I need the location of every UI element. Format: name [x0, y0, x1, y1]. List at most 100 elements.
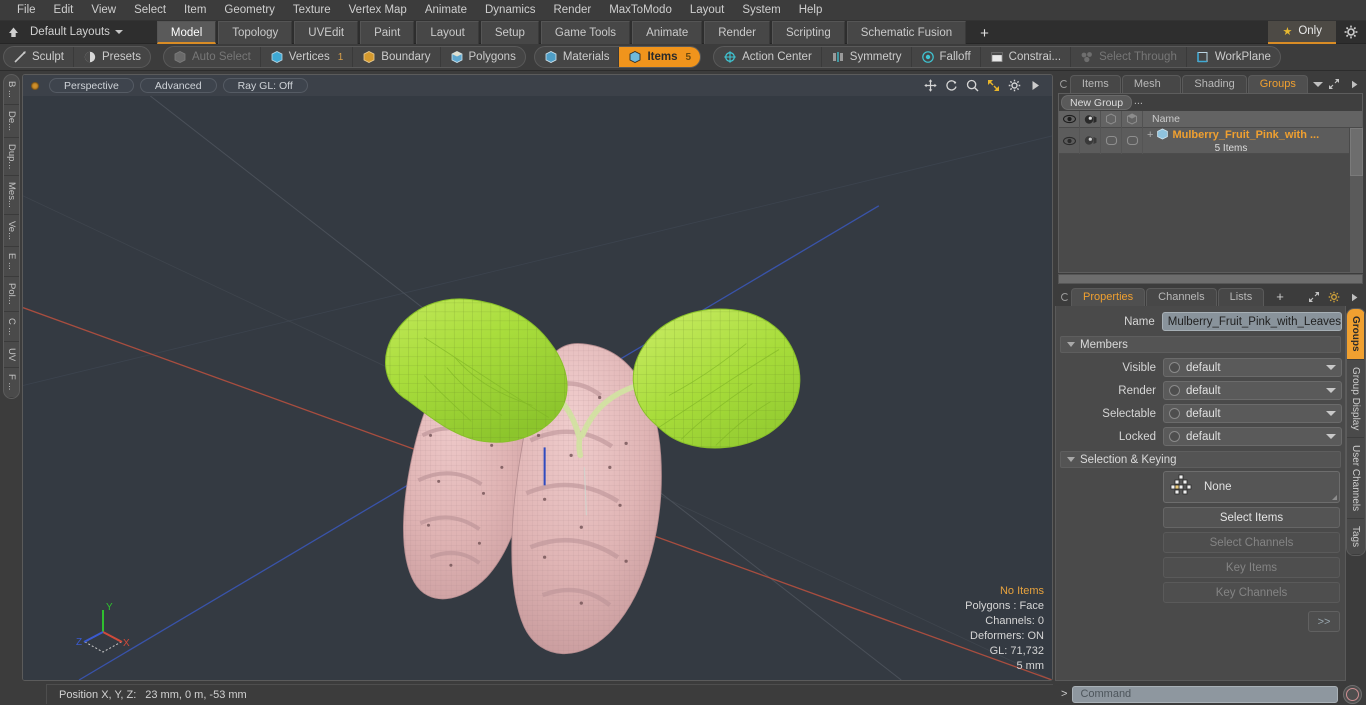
viewport-3d-canvas[interactable]: Y X Z No Items Polygons : Face Channels:… — [23, 96, 1052, 680]
render-dropdown[interactable]: default — [1163, 381, 1342, 400]
tab-game-tools[interactable]: Game Tools — [540, 20, 631, 44]
tab-items[interactable]: Items — [1069, 75, 1121, 93]
tab-setup[interactable]: Setup — [480, 20, 539, 44]
groups-list-scrollbar[interactable] — [1349, 128, 1363, 272]
default-layouts-dropdown[interactable]: Default Layouts — [26, 21, 133, 44]
tab-shading[interactable]: Shading — [1182, 75, 1247, 93]
empty-list-area[interactable] — [1059, 154, 1349, 272]
menu-item-view[interactable]: View — [82, 0, 125, 21]
action-center-button[interactable]: Action Center — [714, 47, 822, 67]
locked-dropdown[interactable]: default — [1163, 427, 1342, 446]
lock-box-icon[interactable] — [1101, 110, 1122, 128]
select-through-button[interactable]: Select Through — [1071, 47, 1187, 67]
groups-scroll-thumb[interactable] — [1350, 128, 1363, 176]
viewport-shading-button[interactable]: Advanced — [139, 78, 217, 93]
menu-item-render[interactable]: Render — [544, 0, 600, 21]
render-icon[interactable] — [1080, 110, 1101, 128]
menu-item-layout[interactable]: Layout — [681, 0, 734, 21]
tab-groups[interactable]: Groups — [1247, 75, 1308, 93]
more-options-button[interactable]: >> — [1308, 611, 1340, 632]
key-channels-button[interactable]: Key Channels — [1163, 582, 1340, 603]
only-toggle-button[interactable]: ★ Only — [1268, 20, 1336, 44]
tab-scripting[interactable]: Scripting — [771, 20, 845, 44]
items-button[interactable]: Items 5 — [619, 47, 701, 67]
new-group-button[interactable]: New Group — [1061, 95, 1133, 110]
row-select-toggle[interactable] — [1122, 127, 1143, 154]
selection-mode-selector[interactable]: None — [1163, 471, 1340, 503]
chevron-down-icon[interactable] — [1309, 75, 1327, 93]
expand-icon[interactable] — [1327, 77, 1341, 91]
tab-channels[interactable]: Channels — [1146, 288, 1217, 306]
falloff-button[interactable]: Falloff — [912, 47, 981, 67]
play-icon[interactable] — [1347, 290, 1361, 304]
row-lock-toggle[interactable] — [1101, 127, 1122, 154]
menu-item-edit[interactable]: Edit — [45, 0, 83, 21]
workplane-button[interactable]: WorkPlane — [1187, 47, 1280, 67]
left-tab-polygon[interactable]: Pol... — [4, 277, 19, 312]
menu-item-file[interactable]: File — [8, 0, 45, 21]
auto-select-button[interactable]: Auto Select — [164, 47, 261, 67]
name-field[interactable]: Mulberry_Fruit_Pink_with_Leaves — [1161, 312, 1342, 331]
zoom-icon[interactable] — [965, 79, 979, 93]
menu-item-animate[interactable]: Animate — [416, 0, 476, 21]
left-tab-deform[interactable]: De... — [4, 105, 19, 138]
left-tab-mesh-edit[interactable]: Mes... — [4, 176, 19, 216]
active-viewport-dot[interactable] — [31, 81, 39, 90]
viewport-raygl-button[interactable]: Ray GL: Off — [222, 78, 308, 93]
select-channels-button[interactable]: Select Channels — [1163, 532, 1340, 553]
gear-icon[interactable] — [1327, 290, 1341, 304]
fit-icon[interactable] — [986, 79, 1000, 93]
polygons-button[interactable]: Polygons — [441, 47, 525, 67]
menu-item-dynamics[interactable]: Dynamics — [476, 0, 544, 21]
record-icon[interactable] — [1343, 684, 1362, 704]
gear-icon[interactable] — [1007, 79, 1021, 93]
side-tab-group-display[interactable]: Group Display — [1347, 360, 1364, 438]
menu-item-geometry[interactable]: Geometry — [215, 0, 284, 21]
viewport-projection-button[interactable]: Perspective — [49, 78, 134, 93]
tab-animate[interactable]: Animate — [632, 20, 703, 44]
command-input[interactable]: Command — [1072, 685, 1338, 703]
tab-properties[interactable]: Properties — [1071, 288, 1146, 306]
left-tab-edge[interactable]: E ... — [4, 247, 19, 278]
tab-render[interactable]: Render — [704, 20, 770, 44]
menu-item-system[interactable]: System — [733, 0, 789, 21]
sculpt-button[interactable]: Sculpt — [4, 47, 74, 67]
row-render-icon[interactable] — [1080, 127, 1101, 154]
members-section-header[interactable]: Members — [1060, 336, 1341, 353]
menu-item-item[interactable]: Item — [175, 0, 215, 21]
expand-icon[interactable] — [1307, 290, 1321, 304]
play-icon[interactable] — [1028, 79, 1042, 93]
menu-item-select[interactable]: Select — [125, 0, 175, 21]
tab-topology[interactable]: Topology — [218, 20, 293, 44]
boundary-button[interactable]: Boundary — [353, 47, 441, 67]
row-expander[interactable]: + — [1147, 129, 1153, 140]
add-properties-tab[interactable]: + — [1265, 288, 1295, 306]
properties-panel-menu-icon[interactable] — [1059, 287, 1071, 306]
menu-item-texture[interactable]: Texture — [284, 0, 340, 21]
menu-item-vertex-map[interactable]: Vertex Map — [340, 0, 416, 21]
left-tab-vertex[interactable]: Ve... — [4, 215, 19, 248]
home-icon[interactable] — [0, 21, 26, 44]
tab-lists[interactable]: Lists — [1217, 288, 1265, 306]
table-row[interactable]: + Mulberry_Fruit_Pink_with ... 5 Items — [1059, 127, 1349, 154]
groups-horizontal-scrollbar[interactable] — [1058, 274, 1363, 284]
play-icon[interactable] — [1347, 77, 1361, 91]
groups-hscroll-thumb[interactable] — [1059, 275, 1362, 283]
gear-icon[interactable] — [1336, 21, 1366, 44]
select-items-button[interactable]: Select Items — [1163, 507, 1340, 528]
tab-paint[interactable]: Paint — [360, 20, 415, 44]
rotate-icon[interactable] — [944, 79, 958, 93]
row-eye-icon[interactable] — [1059, 127, 1080, 154]
selection-keying-section-header[interactable]: Selection & Keying — [1060, 451, 1341, 468]
menu-item-help[interactable]: Help — [790, 0, 832, 21]
side-tab-tags[interactable]: Tags — [1347, 519, 1364, 556]
left-tab-uv[interactable]: UV — [4, 342, 19, 369]
key-items-button[interactable]: Key Items — [1163, 557, 1340, 578]
left-tab-basic[interactable]: B ... — [4, 75, 19, 105]
symmetry-button[interactable]: Symmetry — [822, 47, 912, 67]
left-tab-duplicate[interactable]: Dup... — [4, 138, 19, 177]
side-tab-groups[interactable]: Groups — [1347, 309, 1364, 360]
panel-menu-icon[interactable] — [1059, 74, 1070, 93]
visible-dropdown[interactable]: default — [1163, 358, 1342, 377]
selectable-dropdown[interactable]: default — [1163, 404, 1342, 423]
